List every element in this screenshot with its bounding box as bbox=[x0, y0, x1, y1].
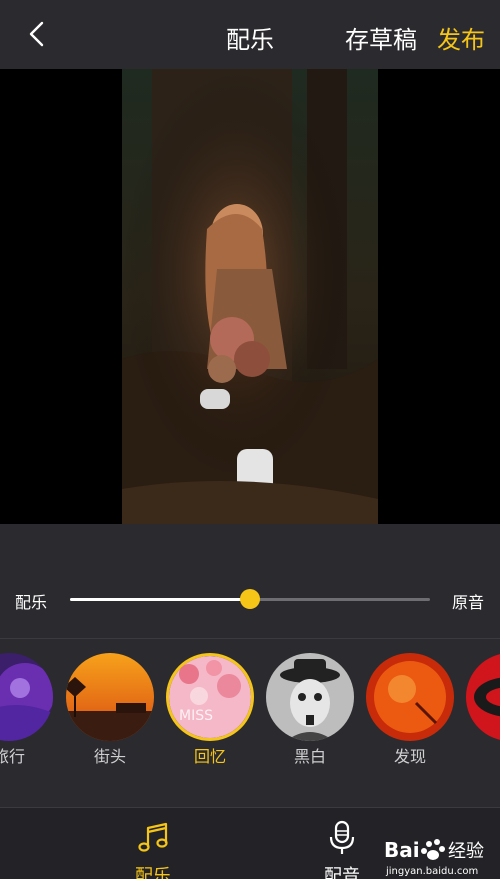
filter-item-travel[interactable]: 旅行 bbox=[0, 653, 55, 783]
tab-voiceover[interactable]: 配音 bbox=[312, 820, 372, 879]
svg-text:jingyan.baidu.com: jingyan.baidu.com bbox=[385, 866, 478, 877]
chevron-left-icon bbox=[29, 21, 44, 47]
svg-text:经验: 经验 bbox=[448, 841, 484, 862]
filter-thumbnail bbox=[366, 653, 454, 741]
music-volume-label: 配乐 bbox=[15, 593, 48, 612]
filter-item-black-white[interactable]: 黑白 bbox=[264, 653, 356, 783]
baidu-logo: Bai 经验 jingyan.baidu.com bbox=[384, 838, 484, 877]
music-editor-screen: 配乐 存草稿 发布 配乐 原音 旅行 街头 MISS 回忆 黑白 发现 配乐 配… bbox=[0, 0, 500, 879]
back-button[interactable] bbox=[22, 18, 54, 50]
mix-slider-thumb[interactable] bbox=[240, 589, 260, 609]
filter-label: 黑白 bbox=[293, 747, 326, 766]
baidu-jingyan-watermark: Bai 经验 jingyan.baidu.com bbox=[382, 833, 500, 879]
video-frame-image bbox=[122, 69, 378, 524]
svg-text:Bai: Bai bbox=[384, 838, 420, 862]
filter-thumbnail bbox=[466, 653, 500, 741]
music-note-icon bbox=[138, 822, 168, 852]
filter-label: 旅行 bbox=[0, 747, 25, 766]
filter-label: 潮 bbox=[464, 743, 500, 767]
microphone-icon bbox=[329, 820, 355, 854]
publish-button[interactable]: 发布 bbox=[437, 20, 485, 55]
tab-label: 配乐 bbox=[135, 866, 171, 879]
filter-thumbnail bbox=[266, 653, 354, 741]
top-bar: 配乐 存草稿 发布 bbox=[0, 0, 500, 69]
filter-item-trend[interactable]: 潮 bbox=[464, 653, 500, 783]
filter-item-street[interactable]: 街头 bbox=[64, 653, 156, 783]
page-title: 配乐 bbox=[226, 26, 274, 54]
svg-text:MISS: MISS bbox=[179, 708, 213, 724]
original-sound-label: 原音 bbox=[452, 593, 485, 612]
filter-thumbnail bbox=[0, 653, 53, 741]
mix-slider-row: 配乐 原音 bbox=[0, 524, 500, 639]
filter-thumbnail bbox=[66, 653, 154, 741]
mix-slider-fill bbox=[70, 598, 250, 601]
music-filter-list[interactable]: 旅行 街头 MISS 回忆 黑白 发现 bbox=[0, 639, 500, 807]
filter-item-discover[interactable]: 发现 bbox=[364, 653, 456, 783]
tab-music[interactable]: 配乐 bbox=[123, 820, 183, 879]
video-preview[interactable] bbox=[0, 69, 500, 524]
save-draft-button[interactable]: 存草稿 bbox=[345, 20, 417, 55]
filter-label: 回忆 bbox=[193, 747, 226, 766]
filter-label: 街头 bbox=[93, 747, 126, 766]
filter-thumbnail: MISS bbox=[166, 653, 254, 741]
tab-label: 配音 bbox=[324, 866, 360, 879]
filter-item-memory[interactable]: MISS 回忆 bbox=[164, 653, 256, 783]
filter-label: 发现 bbox=[393, 747, 426, 766]
